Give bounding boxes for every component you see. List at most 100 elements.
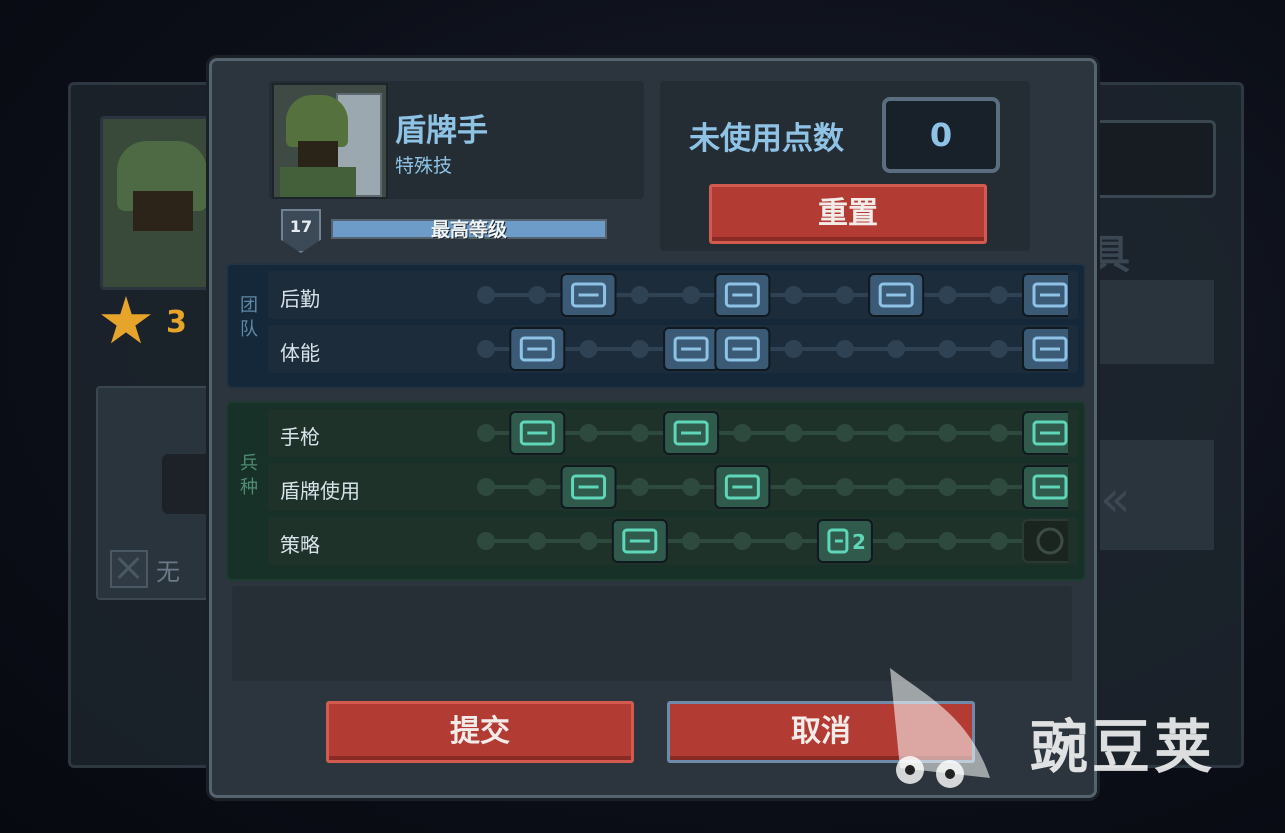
skill-node-dot[interactable] — [630, 478, 649, 496]
skill-node-dot[interactable] — [579, 424, 598, 442]
skill-row-label: 后勤 — [280, 287, 320, 311]
skill-track-svg — [477, 465, 1068, 509]
camera-icon[interactable]: 2 — [816, 519, 873, 563]
class-subtitle: 特殊技 — [395, 155, 453, 177]
skill-node-dot[interactable] — [887, 340, 906, 358]
skill-node-dot[interactable] — [784, 286, 803, 304]
chevron-icon[interactable] — [714, 465, 771, 509]
star-icon — [101, 296, 151, 344]
skill-track-svg: 2 — [477, 519, 1068, 563]
skill-node-dot[interactable] — [989, 340, 1008, 358]
skill-node-dot[interactable] — [989, 532, 1008, 550]
skill-node-dot[interactable] — [835, 286, 854, 304]
none-label: 无 — [156, 557, 180, 586]
skill-row-label: 手枪 — [280, 425, 320, 449]
unused-points-label: 未使用点数 — [689, 121, 844, 157]
skill-track — [474, 463, 1068, 511]
target-icon[interactable] — [611, 519, 668, 563]
skill-track — [474, 271, 1068, 319]
background-portrait — [100, 116, 226, 290]
empty-slot-icon — [110, 550, 148, 588]
skill-node-dot[interactable] — [579, 532, 598, 550]
skill-node-dot[interactable] — [887, 532, 906, 550]
xp-bar: 最高等级 — [331, 219, 607, 241]
wing-icon[interactable] — [663, 327, 720, 371]
skill-node-dot[interactable] — [528, 532, 547, 550]
background-item-slot — [1090, 280, 1214, 364]
skill-node-dot[interactable] — [835, 340, 854, 358]
skill-node-dot[interactable] — [835, 478, 854, 496]
knife-icon[interactable] — [509, 327, 566, 371]
supply-icon[interactable] — [560, 273, 617, 317]
skill-node-dot[interactable] — [938, 478, 957, 496]
skill-node-dot[interactable] — [938, 340, 957, 358]
skill-node-dot[interactable] — [733, 424, 752, 442]
skill-node-dot[interactable] — [938, 532, 957, 550]
background-name-field — [1090, 120, 1216, 198]
skill-node-dot[interactable] — [630, 286, 649, 304]
skill-node-dot[interactable] — [477, 478, 495, 496]
skill-node-dot[interactable] — [733, 532, 752, 550]
skill-node-dot[interactable] — [579, 340, 598, 358]
skill-node-dot[interactable] — [887, 424, 906, 442]
skill-node-dot[interactable] — [630, 424, 649, 442]
skill-node-dot[interactable] — [784, 340, 803, 358]
watermark-text: 豌豆荚 — [1030, 713, 1217, 781]
skill-node-dot[interactable] — [682, 478, 701, 496]
submit-button[interactable]: 提交 — [326, 701, 634, 763]
skill-node-dot[interactable] — [477, 532, 495, 550]
skill-node-dot[interactable] — [477, 340, 495, 358]
skill-row-label: 策略 — [280, 533, 320, 557]
skill-node-dot[interactable] — [477, 424, 495, 442]
skill-node-dot[interactable] — [528, 478, 547, 496]
star-count: 3 — [166, 304, 187, 340]
skill-row-logistics: 后勤 — [268, 271, 1078, 319]
soldier-portrait — [272, 83, 388, 199]
cart-icon[interactable] — [1022, 273, 1068, 317]
skill-icon-label: 2 — [852, 530, 866, 554]
skill-track-svg — [477, 327, 1068, 371]
arms-group-label: 兵种 — [237, 453, 258, 501]
team-skill-group: 团队 后勤 体能 — [226, 263, 1086, 389]
skill-node-dot[interactable] — [989, 478, 1008, 496]
skill-node-dot[interactable] — [528, 286, 547, 304]
skill-node-dot[interactable] — [938, 286, 957, 304]
xp-label: 最高等级 — [430, 219, 507, 241]
skill-node-dot[interactable] — [938, 424, 957, 442]
skill-node-dot[interactable] — [887, 478, 906, 496]
skill-row-shield: 盾牌使用 — [268, 463, 1078, 511]
skill-track — [474, 409, 1068, 457]
skill-node-dot[interactable] — [784, 424, 803, 442]
skill-node-dot[interactable] — [989, 286, 1008, 304]
skill-node-dot[interactable] — [477, 286, 495, 304]
skill-node-dot[interactable] — [784, 478, 803, 496]
unused-points-value: 0 — [882, 97, 1000, 173]
pistol-icon — [162, 454, 212, 514]
shield-plus-icon[interactable] — [714, 273, 771, 317]
skill-node-dot[interactable] — [630, 340, 649, 358]
wrench-icon[interactable] — [1022, 465, 1068, 509]
skill-track-svg — [477, 273, 1068, 317]
grid-icon[interactable] — [714, 327, 771, 371]
chevron-left-icon: « — [1100, 470, 1131, 528]
ammo-icon[interactable] — [509, 411, 566, 455]
team-group-label: 团队 — [237, 295, 258, 343]
skill-node-dot[interactable] — [784, 532, 803, 550]
class-name: 盾牌手 — [395, 113, 488, 149]
crown-icon[interactable] — [663, 411, 720, 455]
reset-button[interactable]: 重置 — [709, 184, 987, 244]
skill-row-label: 体能 — [280, 341, 320, 365]
skill-node-dot[interactable] — [682, 286, 701, 304]
burst-icon[interactable] — [1022, 411, 1068, 455]
skill-track: 2 — [474, 517, 1068, 565]
skill-node-dot[interactable] — [835, 424, 854, 442]
background-rank: 3 — [100, 296, 187, 348]
face-icon[interactable] — [1022, 327, 1068, 371]
skill-node-dot[interactable] — [989, 424, 1008, 442]
level-badge: 17 — [281, 209, 321, 253]
skill-node-dot[interactable] — [682, 532, 701, 550]
locked-icon[interactable] — [1022, 519, 1068, 563]
medkit-icon[interactable] — [868, 273, 925, 317]
skill-row-tactics: 策略 2 — [268, 517, 1078, 565]
badge-icon[interactable] — [560, 465, 617, 509]
